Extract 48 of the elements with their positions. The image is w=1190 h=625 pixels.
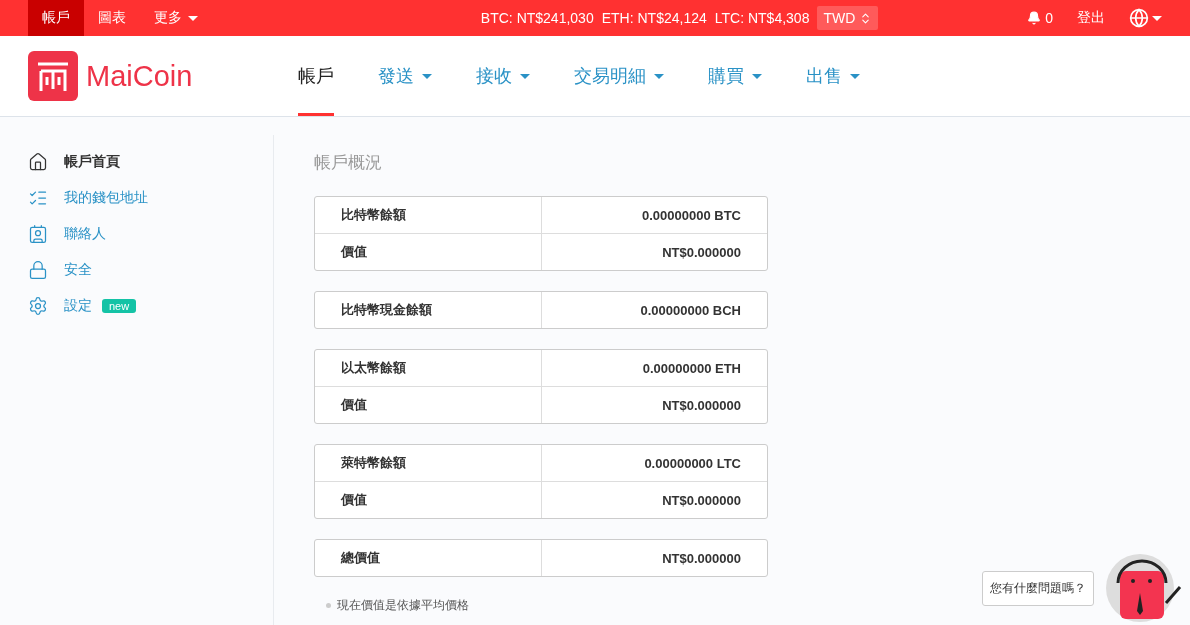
footnote: 現在價值是依據平均價格: [337, 597, 469, 614]
table-cell-text: 0.00000000 LTC: [643, 454, 742, 473]
settings-icon: [28, 296, 48, 316]
bullet-icon: [326, 603, 331, 608]
new-badge: new: [102, 299, 137, 313]
sidebar-item[interactable]: 安全: [28, 259, 273, 281]
nav-tab[interactable]: 接收: [476, 36, 530, 116]
nav-tab[interactable]: 出售: [806, 36, 860, 116]
currency-select[interactable]: TWD: [817, 6, 879, 30]
logout-link[interactable]: 登出: [1077, 9, 1105, 27]
table-cell: 價值: [315, 234, 542, 270]
lock-icon: [28, 260, 48, 280]
price-ticker: LTC: NT$4,308: [714, 10, 810, 26]
sidebar-item[interactable]: 設定 new: [28, 295, 273, 317]
nav-tab[interactable]: 帳戶: [298, 36, 334, 116]
table-cell: 價值: [315, 387, 542, 423]
table-cell-text: NT$0.000000: [661, 549, 742, 568]
home-icon: [28, 152, 48, 172]
nav-tab[interactable]: 購買: [708, 36, 762, 116]
table-cell-text: NT$0.000000: [661, 396, 742, 415]
table-cell-text: NT$0.000000: [661, 491, 742, 510]
top-menu-item[interactable]: 帳戶: [28, 0, 84, 36]
top-menu-item[interactable]: 更多: [140, 0, 212, 36]
table-cell-text: 0.00000000 BCH: [639, 301, 742, 320]
table-cell: 以太幣餘額: [315, 350, 542, 386]
chat-prompt[interactable]: 您有什麼問題嗎？: [982, 570, 1094, 606]
sidebar-item[interactable]: 我的錢包地址: [28, 187, 273, 209]
nav-tab[interactable]: 發送: [378, 36, 432, 116]
table-cell: 比特幣現金餘額: [315, 292, 542, 328]
nav-tab[interactable]: 交易明細: [574, 36, 664, 116]
sidebar-item[interactable]: 帳戶首頁: [28, 151, 273, 173]
logo-text: MaiCoin: [86, 59, 193, 93]
page-title: 帳戶概況: [314, 152, 383, 174]
logo-icon: [28, 51, 78, 101]
price-ticker: BTC: NT$241,030: [480, 10, 594, 26]
language-menu[interactable]: [1129, 8, 1162, 28]
sidebar-item[interactable]: 聯絡人: [28, 223, 273, 245]
table-cell: 總價值: [315, 540, 542, 576]
contact-icon: [28, 224, 48, 244]
table-cell: 萊特幣餘額: [315, 445, 542, 481]
notification-link[interactable]: 0: [1027, 10, 1053, 26]
table-cell: 價值: [315, 482, 542, 518]
table-cell-text: 0.00000000 BTC: [641, 206, 742, 225]
price-ticker: ETH: NT$24,124: [601, 10, 707, 26]
table-cell-text: NT$0.000000: [661, 243, 742, 262]
top-menu-item[interactable]: 圖表: [84, 0, 140, 36]
table-cell: 比特幣餘額: [315, 197, 542, 233]
table-cell-text: 0.00000000 ETH: [641, 359, 742, 378]
